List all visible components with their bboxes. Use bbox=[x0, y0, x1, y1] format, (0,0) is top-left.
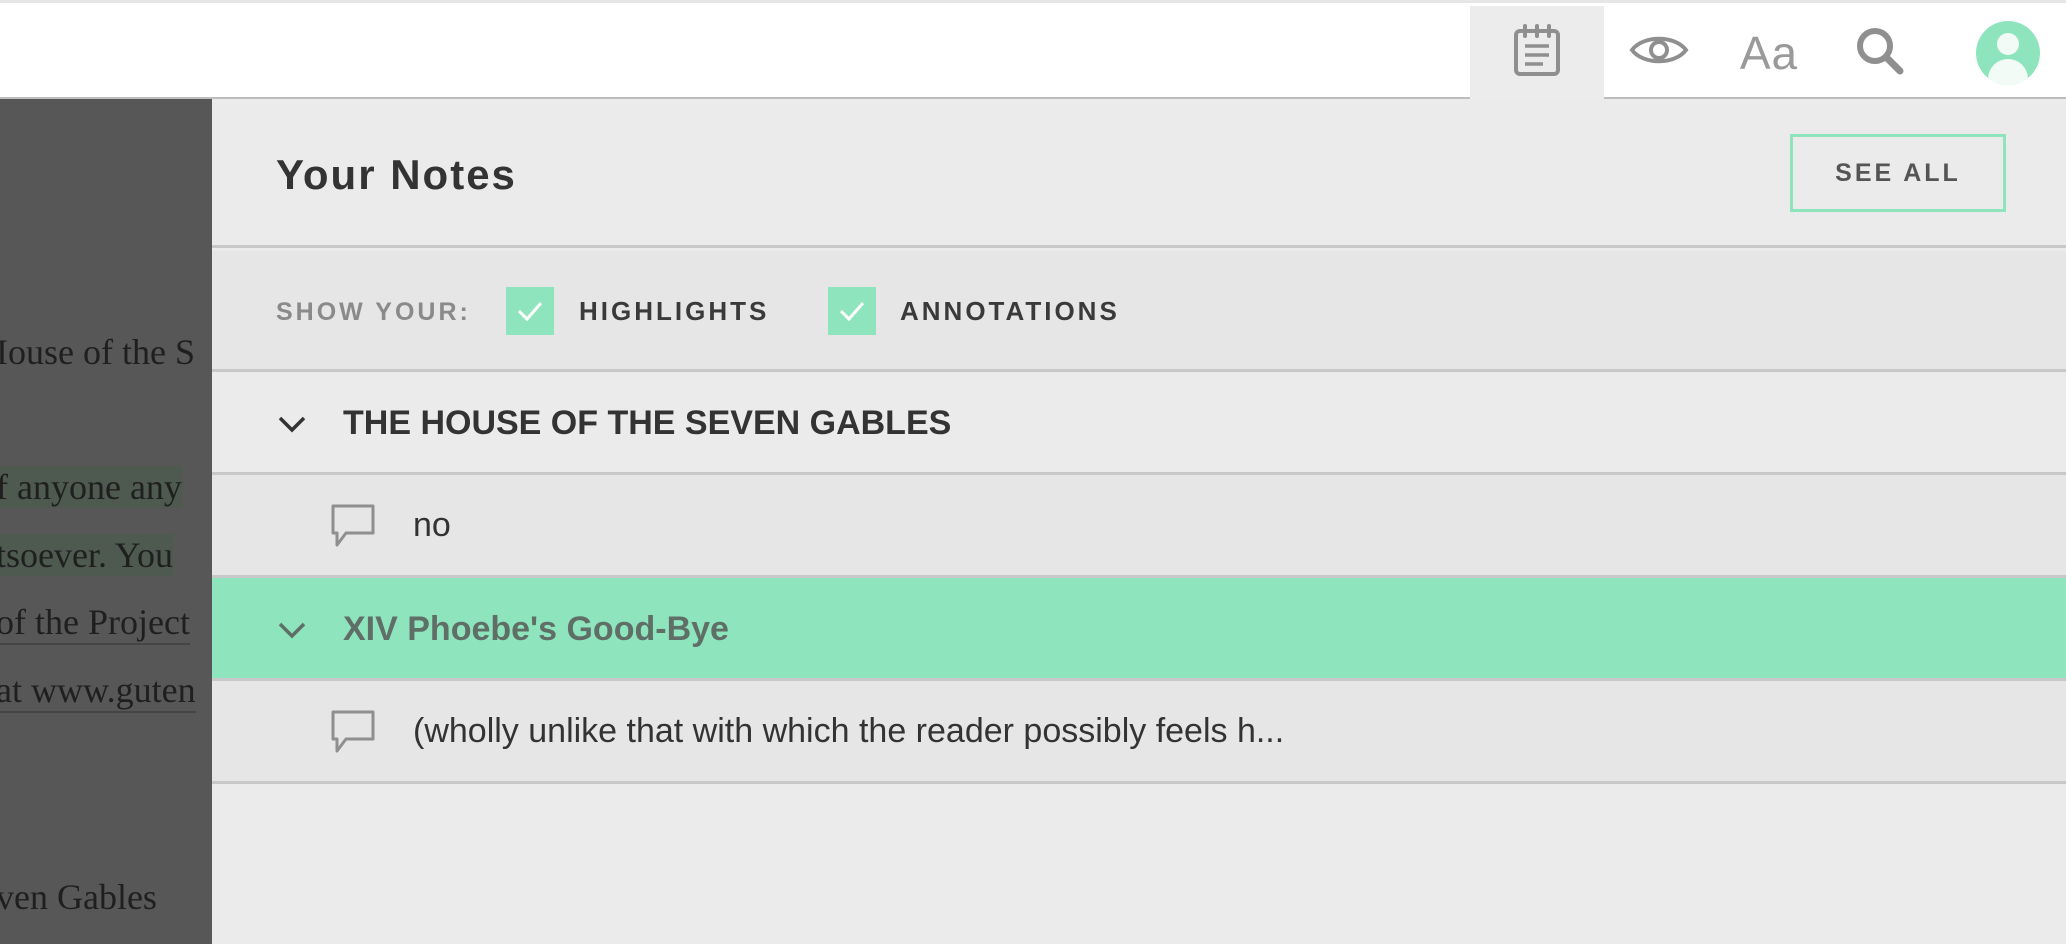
search-toolbar-button[interactable] bbox=[1824, 6, 1934, 99]
font-toolbar-button[interactable]: Aa bbox=[1714, 6, 1824, 99]
highlights-checkbox[interactable] bbox=[506, 287, 554, 335]
note-text: no bbox=[413, 506, 451, 544]
note-item[interactable]: no bbox=[212, 475, 2066, 578]
eye-icon bbox=[1629, 32, 1689, 73]
annotations-label[interactable]: ANNOTATIONS bbox=[900, 296, 1120, 327]
panel-title: Your Notes bbox=[276, 151, 517, 198]
annotations-checkbox[interactable] bbox=[828, 287, 876, 335]
notepad-icon bbox=[1513, 24, 1561, 81]
book-text-line: of the Project bbox=[0, 601, 190, 645]
book-text-line: at www.guten bbox=[0, 669, 196, 713]
search-icon bbox=[1854, 25, 1904, 80]
comment-icon bbox=[330, 503, 376, 549]
book-content-overlay[interactable]: Iouse of the S f anyone any tsoever. You… bbox=[0, 99, 212, 944]
book-text-line: ven Gables bbox=[0, 877, 157, 917]
checkmark-icon bbox=[517, 302, 543, 322]
notes-group-header[interactable]: THE HOUSE OF THE SEVEN GABLES bbox=[212, 372, 2066, 475]
notes-group-header-selected[interactable]: XIV Phoebe's Good-Bye bbox=[212, 578, 2066, 681]
chevron-down-icon[interactable] bbox=[274, 612, 310, 648]
filter-label: SHOW YOUR: bbox=[276, 298, 471, 326]
book-text-line: tsoever. You bbox=[0, 534, 174, 576]
group-title: THE HOUSE OF THE SEVEN GABLES bbox=[343, 404, 952, 442]
chevron-down-icon[interactable] bbox=[274, 406, 310, 442]
group-title: XIV Phoebe's Good-Bye bbox=[343, 610, 729, 648]
notes-panel: Your Notes SEE ALL SHOW YOUR: HIGHLIGHTS… bbox=[212, 99, 2066, 944]
account-toolbar-button[interactable] bbox=[1950, 6, 2066, 99]
book-text-line: Iouse of the S bbox=[0, 332, 195, 372]
book-text-line: f anyone any bbox=[0, 466, 182, 508]
notes-panel-header: Your Notes SEE ALL bbox=[212, 99, 2066, 248]
checkmark-icon bbox=[839, 302, 865, 322]
notes-toolbar-button[interactable] bbox=[1470, 6, 1604, 99]
font-size-icon: Aa bbox=[1739, 26, 1799, 79]
view-toolbar-button[interactable] bbox=[1604, 6, 1714, 99]
note-item[interactable]: (wholly unlike that with which the reade… bbox=[212, 681, 2066, 784]
filter-row: SHOW YOUR: HIGHLIGHTS ANNOTATIONS bbox=[212, 251, 2066, 372]
user-avatar-icon bbox=[1976, 20, 2040, 85]
highlights-label[interactable]: HIGHLIGHTS bbox=[579, 296, 769, 327]
see-all-button[interactable]: SEE ALL bbox=[1790, 134, 2006, 212]
note-text: (wholly unlike that with which the reade… bbox=[413, 712, 1285, 750]
top-toolbar: Aa bbox=[0, 0, 2066, 99]
comment-icon bbox=[330, 709, 376, 755]
